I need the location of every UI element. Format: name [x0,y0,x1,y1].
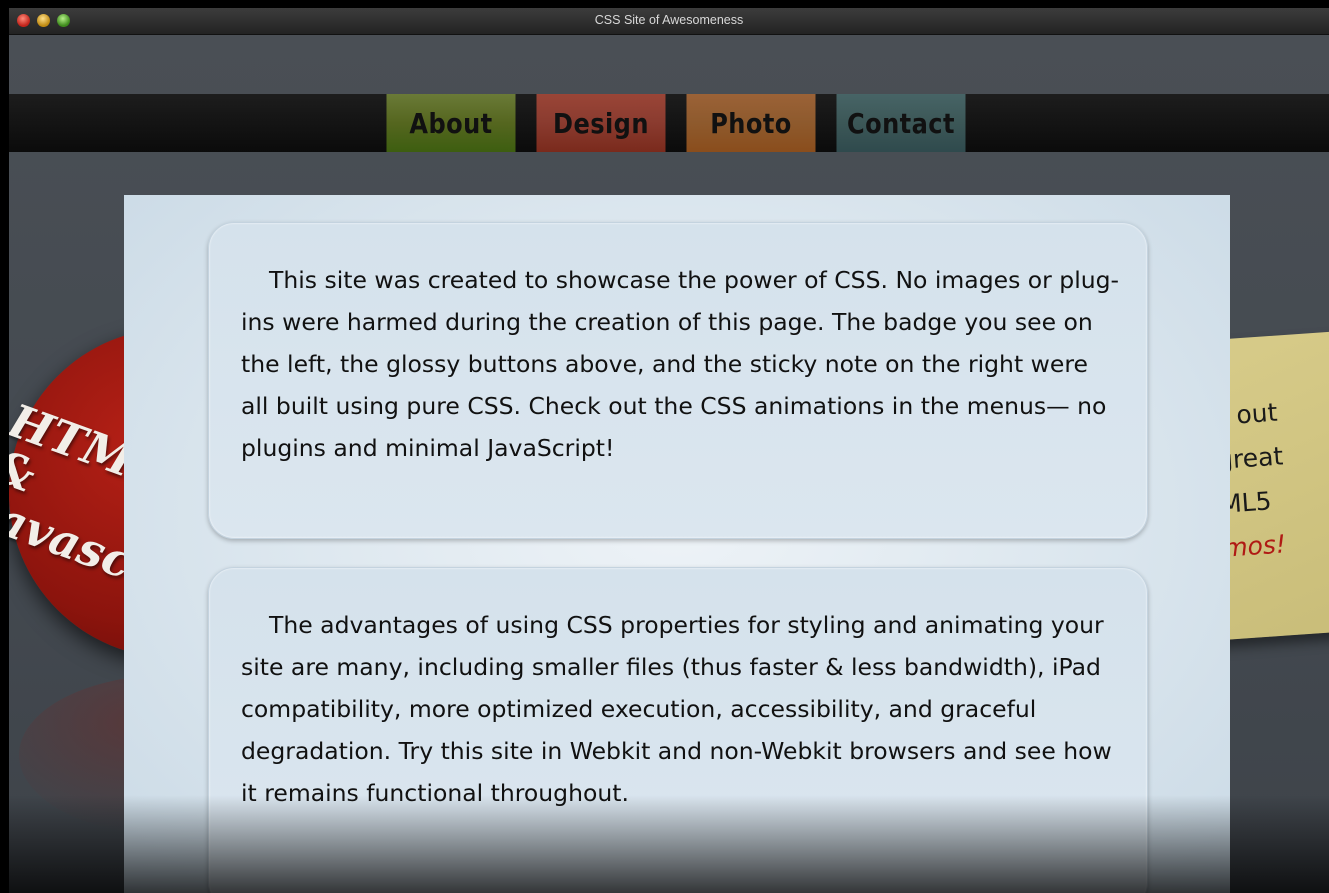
nav-bar: About Design Photo Contact [9,94,1329,152]
page-content: About Design Photo Contact HTML & Javasc… [9,35,1329,893]
window-title: CSS Site of Awesomeness [594,13,744,27]
sticky-line-1: k out [1213,397,1279,432]
advantages-paragraph: The advantages of using CSS properties f… [241,611,1112,807]
sticky-note-text: k out great ML5 mos! [1213,381,1329,571]
nav-menu: About Design Photo Contact [376,94,976,152]
nav-item-about[interactable]: About [386,94,516,152]
content-card: The advantages of using CSS properties f… [208,567,1148,893]
nav-item-contact[interactable]: Contact [836,94,966,152]
title-bar[interactable]: CSS Site of Awesomeness [9,8,1329,35]
intro-paragraph: This site was created to showcase the po… [241,266,1120,462]
nav-item-photo[interactable]: Photo [686,94,816,152]
content-card: This site was created to showcase the po… [208,222,1148,539]
browser-window: CSS Site of Awesomeness About Design Pho… [9,8,1329,893]
nav-item-design[interactable]: Design [536,94,666,152]
main-content-panel: This site was created to showcase the po… [124,195,1230,893]
